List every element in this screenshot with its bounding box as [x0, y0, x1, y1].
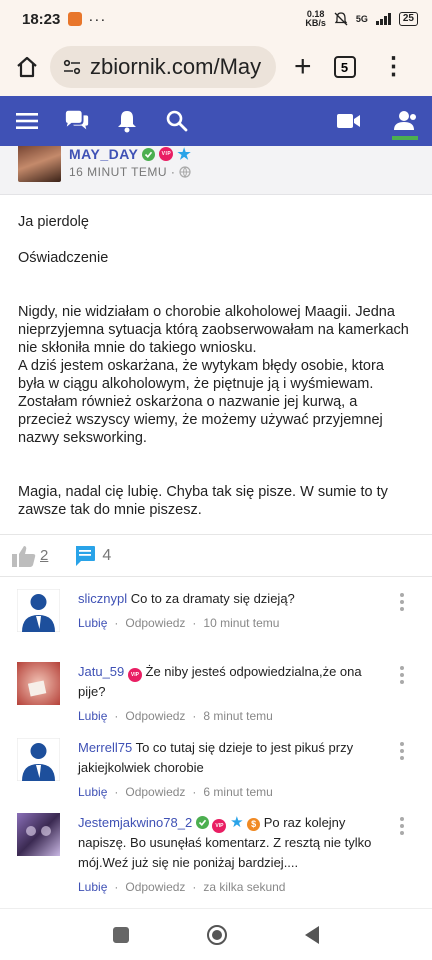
comment-count: 4 [102, 546, 112, 564]
network-type: 5G [355, 14, 368, 24]
comment-author[interactable]: Jestemjakwino78_2 [78, 815, 192, 830]
comment-author[interactable]: slicznypl [78, 591, 127, 606]
comment-author[interactable]: Merrell75 [78, 740, 132, 755]
vip-badge-icon: VIP [212, 819, 227, 833]
active-tab-indicator [392, 136, 418, 140]
like-icon[interactable] [12, 545, 36, 567]
globe-icon [179, 166, 192, 178]
browser-toolbar: zbiornik.com/May + 5 ⋮ [0, 38, 432, 96]
signal-icon [375, 13, 391, 25]
comment-icon[interactable] [74, 545, 96, 567]
site-navbar [0, 96, 432, 146]
comment-item: slicznypl Co to za dramaty się dzieją? L… [0, 589, 432, 662]
post-line: Ja pierdolę [18, 214, 89, 230]
comment-like-link[interactable]: Lubię [78, 880, 107, 894]
home-icon [17, 56, 37, 78]
chat-button[interactable] [64, 108, 90, 134]
battery-icon: 25 [398, 12, 418, 26]
comment-menu-icon[interactable] [400, 666, 404, 684]
comment-like-link[interactable]: Lubię [78, 709, 107, 723]
post-time: 16 MINUT TEMU · [69, 165, 176, 179]
post-body: Ja pierdolę Oświadczenie Nigdy, nie widz… [0, 195, 432, 535]
home-nav-button[interactable] [207, 924, 227, 945]
search-icon [166, 110, 188, 132]
user-avatar[interactable] [17, 738, 60, 781]
post-line: Oświadczenie [18, 250, 109, 266]
comment-item: Jestemjakwino78_2 VIP ★ $ Po raz kolejny… [0, 813, 432, 903]
mute-icon [334, 12, 348, 26]
comment-menu-icon[interactable] [400, 817, 404, 835]
comment-author[interactable]: Jatu_59 [78, 664, 124, 679]
star-icon: ★ [177, 145, 192, 163]
post-line: Nigdy, nie widziałam o chorobie alkoholo… [18, 304, 409, 356]
back-button[interactable] [305, 925, 319, 944]
hamburger-icon [16, 113, 38, 129]
comment-item: Jatu_59 VIP Że niby jesteś odpowiedzialn… [0, 662, 432, 738]
video-camera-icon [337, 114, 360, 128]
verified-icon [142, 147, 156, 161]
people-icon [394, 111, 416, 130]
author-name[interactable]: MAY_DAY [69, 146, 138, 162]
notifications-button[interactable] [114, 108, 140, 134]
home-button[interactable] [10, 50, 44, 84]
tab-switcher-button[interactable]: 5 [333, 56, 356, 78]
user-avatar[interactable] [17, 662, 60, 705]
comment-time: za kilka sekund [203, 880, 286, 894]
network-speed: 0.18 KB/s [305, 9, 326, 28]
comment-reply-link[interactable]: Odpowiedz [125, 709, 185, 723]
comment-time: 10 minut temu [203, 616, 280, 630]
like-count[interactable]: 2 [40, 547, 48, 564]
address-bar[interactable]: zbiornik.com/May [50, 46, 276, 88]
system-nav-bar [0, 908, 432, 960]
comment-reply-link[interactable]: Odpowiedz [125, 616, 185, 630]
vip-badge-icon: VIP [159, 147, 174, 161]
new-tab-button[interactable]: + [294, 50, 312, 84]
status-time: 18:23 [22, 10, 61, 28]
status-bar: 18:23 ··· 0.18 KB/s 5G 25 [0, 0, 432, 38]
comment-reply-link[interactable]: Odpowiedz [125, 880, 185, 894]
menu-button[interactable] [14, 108, 40, 134]
more-notifications-icon: ··· [88, 10, 107, 28]
comment-list: slicznypl Co to za dramaty się dzieją? L… [0, 577, 432, 903]
url-text: zbiornik.com/May [90, 54, 262, 79]
comment-like-link[interactable]: Lubię [78, 785, 107, 799]
post-line: Zostałam również oskarżona o nazwanie je… [18, 394, 383, 446]
vip-badge-icon: VIP [127, 668, 142, 682]
post-line: A dziś jestem oskarżana, że wytykam błęd… [18, 358, 384, 392]
coin-icon: $ [247, 817, 261, 831]
app-notification-icon [68, 12, 83, 26]
star-icon: ★ [230, 814, 244, 831]
bell-icon [118, 111, 136, 133]
search-button[interactable] [164, 108, 190, 134]
comment-item: Merrell75 To co tutaj się dzieje to jest… [0, 738, 432, 813]
post-actions: 2 4 [0, 535, 432, 577]
post-line: Magia, nadal cię lubię. Chyba tak się pi… [18, 484, 388, 518]
chat-icon [65, 110, 89, 130]
comment-reply-link[interactable]: Odpowiedz [125, 785, 185, 799]
recent-apps-button[interactable] [113, 926, 129, 943]
post-header: MAY_DAY VIP ★ 16 MINUT TEMU · [0, 142, 432, 195]
comment-like-link[interactable]: Lubię [78, 616, 107, 630]
site-settings-icon[interactable] [62, 57, 82, 77]
verified-icon [195, 816, 209, 829]
comment-text: Co to za dramaty się dzieją? [130, 591, 295, 606]
comment-time: 8 minut temu [203, 709, 273, 723]
friends-button[interactable] [392, 108, 418, 134]
browser-menu-button[interactable]: ⋮ [382, 55, 406, 79]
comment-time: 6 minut temu [203, 785, 273, 799]
author-avatar[interactable] [18, 142, 61, 182]
comment-menu-icon[interactable] [400, 742, 404, 760]
video-button[interactable] [336, 108, 362, 134]
user-avatar[interactable] [17, 813, 60, 856]
comment-menu-icon[interactable] [400, 593, 404, 611]
user-avatar[interactable] [17, 589, 60, 632]
